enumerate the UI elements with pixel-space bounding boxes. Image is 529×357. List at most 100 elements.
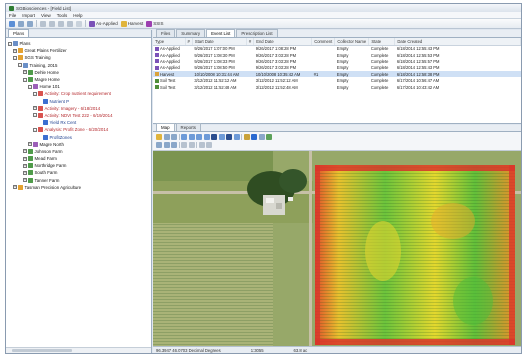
aerial-map[interactable] — [153, 151, 521, 346]
horizontal-scrollbar[interactable] — [6, 347, 151, 353]
as-applied-button[interactable]: As-Applied — [89, 20, 118, 27]
redo-icon[interactable] — [188, 142, 195, 148]
expand-icon[interactable]: + — [23, 149, 27, 154]
harvest-button[interactable]: Harvest — [120, 20, 143, 27]
column-header-hash[interactable]: # — [185, 38, 193, 46]
pan-icon[interactable] — [181, 134, 187, 140]
table-icon[interactable] — [67, 20, 73, 27]
tree-item[interactable]: + Magre North — [8, 141, 149, 148]
edit-icon[interactable] — [171, 142, 177, 148]
column-header-hash[interactable]: # — [246, 38, 255, 46]
tree-item[interactable]: + Dehle Home — [8, 69, 149, 76]
tab-prescription-list[interactable]: Prescription List — [236, 29, 278, 37]
list-icon[interactable] — [49, 20, 55, 27]
expand-icon[interactable]: + — [13, 48, 17, 53]
expand-icon[interactable]: + — [23, 178, 27, 183]
column-header-date-created[interactable]: Date Created — [394, 38, 521, 46]
identify-icon[interactable] — [218, 134, 225, 140]
menu-help[interactable]: Help — [73, 13, 82, 18]
table-row[interactable]: Soil Test 3/12/2012 11:52:48 AM 3/12/2012 … — [153, 84, 521, 90]
tree-item[interactable]: + Activity: Imagery - 6/18/2014 — [8, 105, 149, 112]
collapse-icon[interactable]: - — [13, 55, 17, 60]
chart-icon[interactable] — [243, 134, 250, 140]
grid-lines-icon[interactable] — [258, 134, 265, 140]
collapse-icon[interactable]: - — [33, 113, 37, 118]
collapse-icon[interactable]: - — [23, 77, 27, 82]
tree-item[interactable]: - Training, 2015 — [8, 62, 149, 69]
collapse-icon[interactable]: - — [18, 63, 22, 68]
zoom-out-icon[interactable] — [203, 134, 210, 140]
expand-icon[interactable]: + — [23, 70, 27, 75]
collapse-icon[interactable]: - — [33, 127, 37, 132]
field-tool-icon[interactable] — [76, 20, 82, 27]
menu-file[interactable]: File — [9, 13, 16, 18]
menu-tools[interactable]: Tools — [57, 13, 68, 18]
tree-item[interactable]: - Magre Home — [8, 76, 149, 83]
tab-plans[interactable]: Plans — [8, 29, 30, 37]
expand-icon[interactable]: + — [13, 185, 17, 190]
tab-reports[interactable]: Reports — [175, 123, 201, 131]
collapse-icon[interactable]: - — [28, 84, 32, 89]
draw-polygon-icon[interactable] — [163, 142, 170, 148]
collapse-icon[interactable]: - — [8, 41, 12, 46]
new-icon[interactable] — [9, 20, 15, 27]
tree-item[interactable]: - Activity: NDVI Test 222 - 6/19/2014 — [8, 112, 149, 119]
tree-item[interactable]: + Northridge Farm — [8, 162, 149, 169]
map-canvas[interactable] — [153, 151, 521, 346]
menu-import[interactable]: Import — [22, 13, 35, 18]
expand-icon[interactable]: + — [23, 170, 27, 175]
settings-icon[interactable] — [266, 134, 272, 140]
select-icon[interactable] — [211, 134, 217, 140]
tree-item[interactable]: + Johnson Farm — [8, 148, 149, 155]
minus-icon[interactable] — [171, 134, 177, 140]
tab-summary[interactable]: Summary — [176, 29, 206, 37]
column-header-collector[interactable]: Collector Name — [334, 38, 370, 46]
draw-line-icon[interactable] — [156, 142, 162, 148]
type-cell: Soil Test — [155, 78, 183, 83]
back-icon[interactable] — [18, 20, 24, 27]
split-icon[interactable] — [198, 142, 205, 148]
tree-item[interactable]: - Analysis: Profit Zone - 6/20/2014 — [8, 126, 149, 133]
layer-icon[interactable] — [156, 134, 162, 140]
tree-item[interactable]: - Plans — [8, 40, 149, 47]
tree-item[interactable]: + Tasman Precision Agriculture — [8, 184, 149, 191]
ssurgo-button[interactable]: SSIS — [146, 20, 164, 27]
tree-item[interactable]: Yield Rx Cent — [8, 119, 149, 126]
column-header-comment[interactable]: Comment — [311, 38, 336, 46]
expand-icon[interactable]: + — [28, 142, 32, 147]
rotate-icon[interactable] — [188, 134, 195, 140]
tree-item[interactable]: - Activity: Crop nutrient requirement — [8, 90, 149, 97]
expand-icon[interactable]: + — [33, 106, 37, 111]
undo-icon[interactable] — [181, 142, 187, 148]
column-header-end-date[interactable]: End Date — [253, 38, 313, 46]
tree-item[interactable]: - Home 101 — [8, 83, 149, 90]
menu-view[interactable]: View — [41, 13, 51, 18]
forward-icon[interactable] — [27, 20, 33, 27]
tree-item[interactable]: + Mead Farm — [8, 155, 149, 162]
column-header-start-date[interactable]: Start Date — [192, 38, 247, 46]
scrollbar-thumb[interactable] — [12, 349, 72, 352]
refresh-icon[interactable] — [163, 134, 170, 140]
tree-item[interactable]: + Great Plains Fertilizer — [8, 47, 149, 54]
event-type-label: Soil Test — [160, 84, 176, 90]
tab-map[interactable]: Map — [156, 123, 175, 131]
legend-icon[interactable] — [251, 134, 257, 140]
grid-icon[interactable] — [40, 20, 46, 27]
zoom-in-icon[interactable] — [196, 134, 202, 140]
tree-item[interactable]: + South Farm — [8, 169, 149, 176]
tab-event-list[interactable]: Event List — [206, 29, 236, 37]
tree-item[interactable]: - SGS Training — [8, 54, 149, 61]
tree-item[interactable]: ProfitZones — [8, 133, 149, 140]
collapse-icon[interactable]: - — [33, 91, 37, 96]
layers-icon[interactable] — [58, 20, 64, 27]
column-header-state[interactable]: State — [368, 38, 396, 46]
expand-icon[interactable]: + — [23, 163, 27, 168]
tab-files[interactable]: Files — [156, 29, 176, 37]
merge-icon[interactable] — [206, 142, 212, 148]
expand-icon[interactable]: + — [23, 156, 27, 161]
column-header-type[interactable]: Type — [153, 38, 186, 46]
measure-icon[interactable] — [233, 134, 240, 140]
tree-item[interactable]: Nutrient P — [8, 98, 149, 105]
tree-item[interactable]: + Tanner Farm — [8, 177, 149, 184]
globe-icon[interactable] — [226, 134, 232, 140]
